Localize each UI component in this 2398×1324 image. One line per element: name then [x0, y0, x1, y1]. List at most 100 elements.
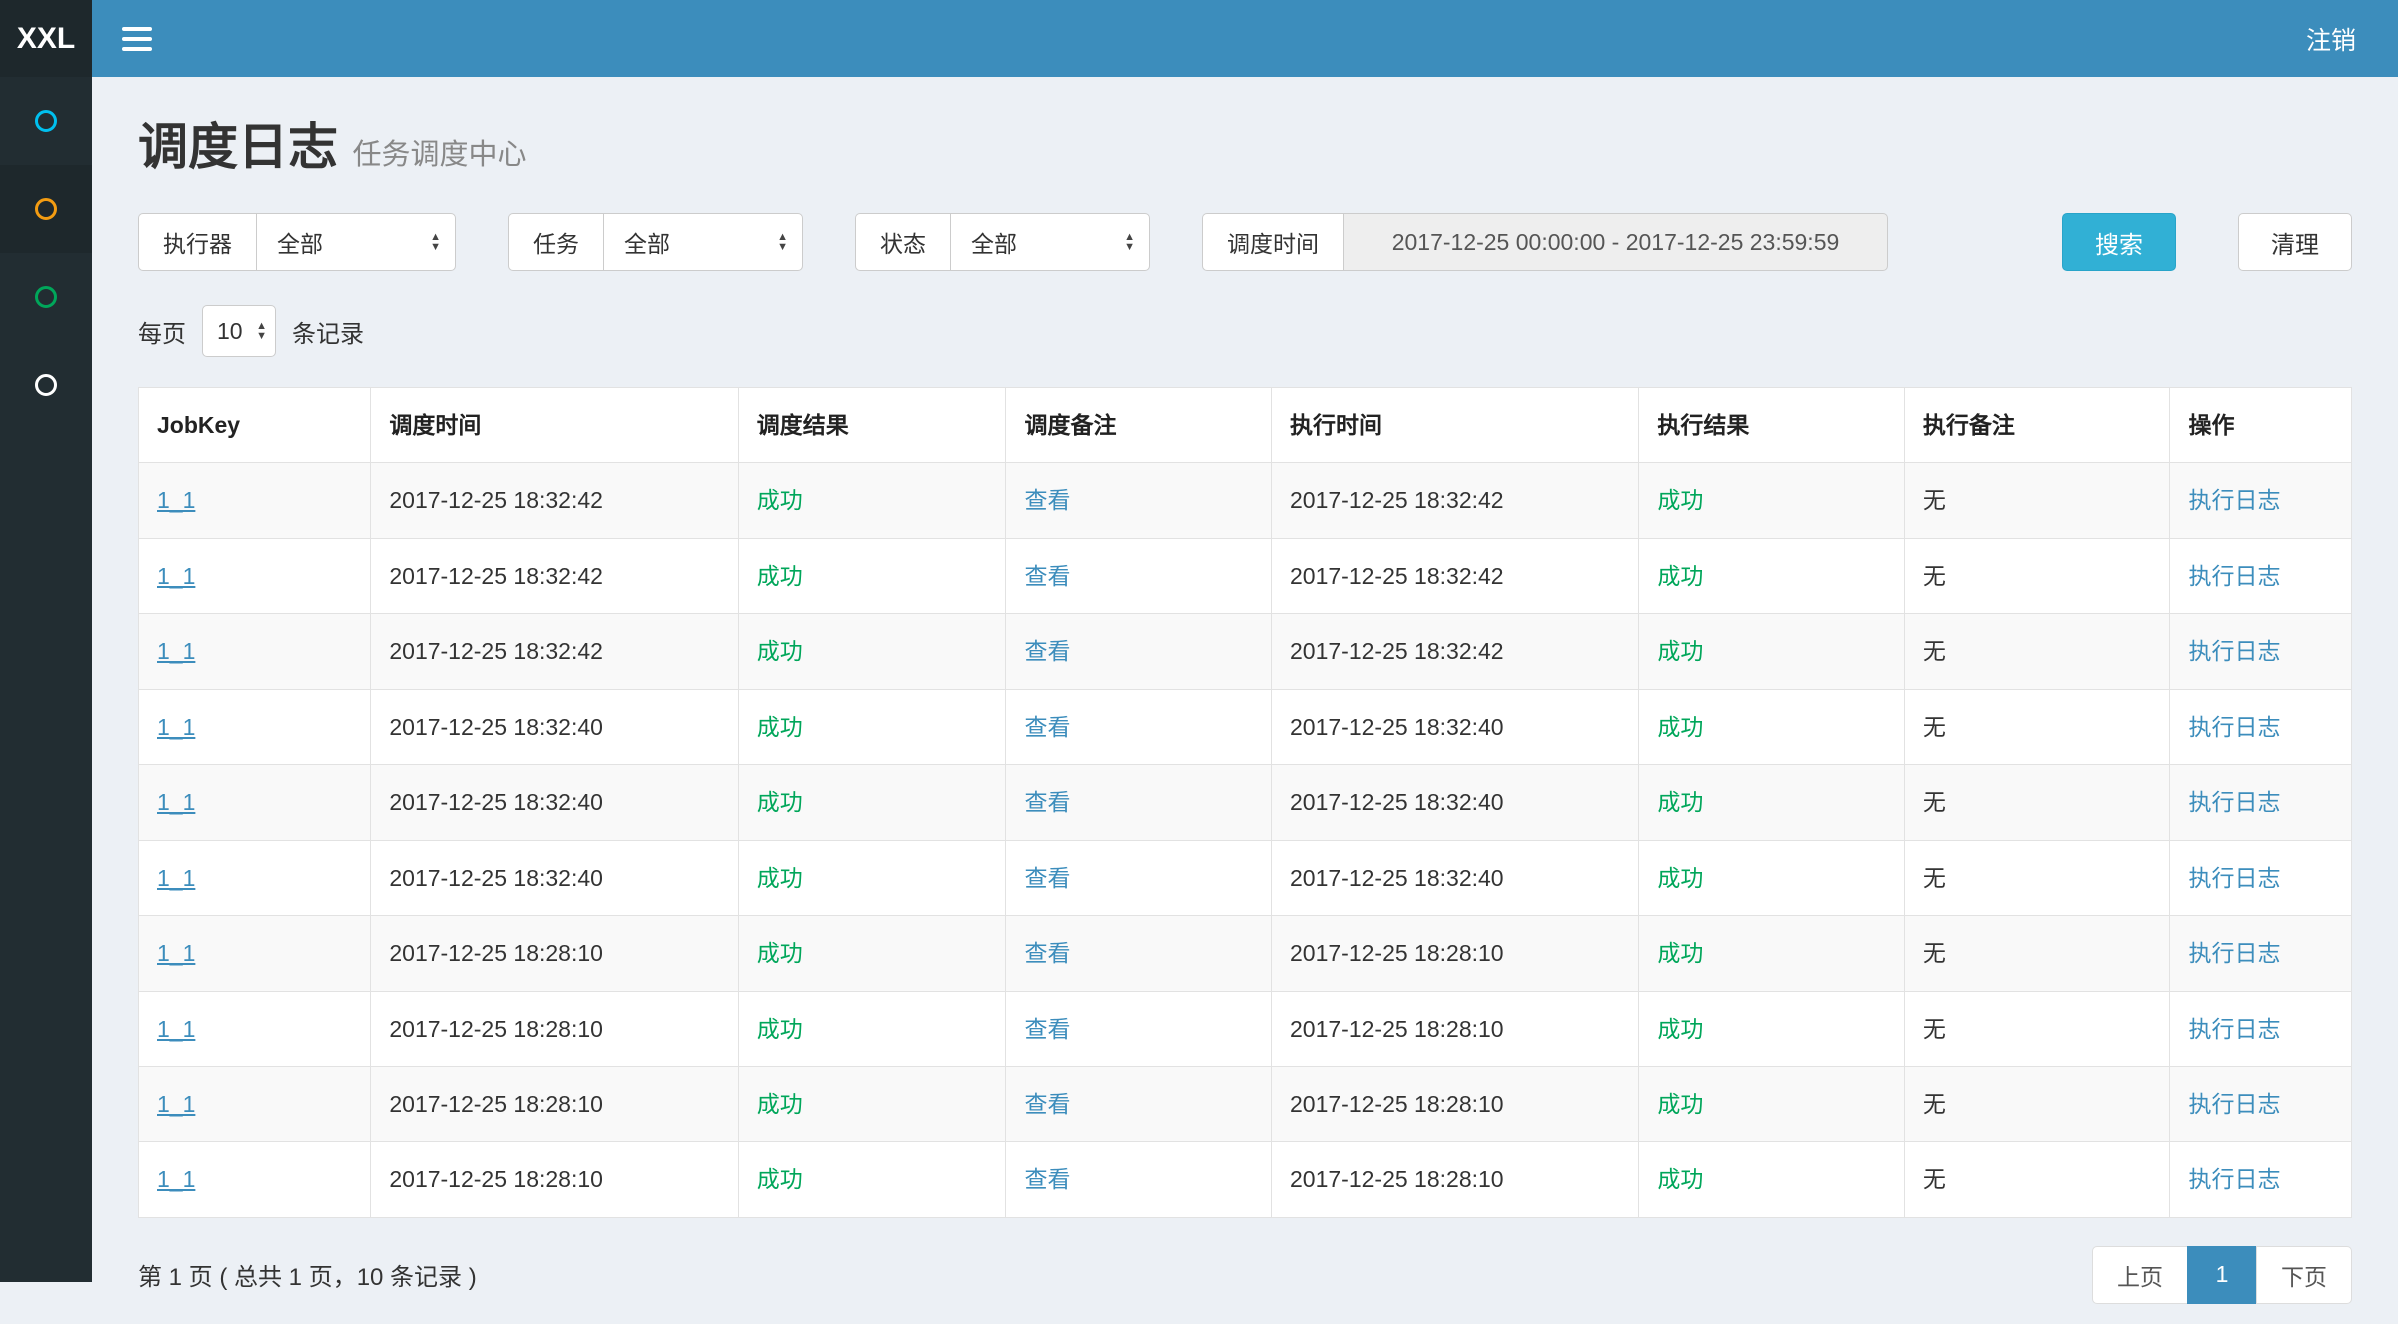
trigger-result-cell: 成功 [757, 714, 803, 740]
table-row: 1_1 2017-12-25 18:28:10 成功 查看 2017-12-25… [139, 916, 2352, 991]
trigger-result-cell: 成功 [757, 940, 803, 966]
handle-result-cell: 成功 [1657, 1166, 1703, 1192]
exec-log-link[interactable]: 执行日志 [2188, 563, 2280, 589]
trigger-time-cell: 2017-12-25 18:28:10 [389, 1166, 603, 1192]
trigger-time-cell: 2017-12-25 18:28:10 [389, 940, 603, 966]
handle-result-cell: 成功 [1657, 1016, 1703, 1042]
exec-log-link[interactable]: 执行日志 [2188, 714, 2280, 740]
trigger-result-cell: 成功 [757, 487, 803, 513]
executor-select[interactable]: 全部 ▲▼ [256, 213, 456, 271]
column-header-jobkey: JobKey [139, 388, 371, 463]
handle-result-cell: 成功 [1657, 563, 1703, 589]
select-arrows-icon: ▲▼ [430, 232, 441, 252]
handle-time-cell: 2017-12-25 18:32:42 [1290, 487, 1504, 513]
jobkey-link[interactable]: 1_1 [157, 714, 195, 740]
sidebar-item-3[interactable] [0, 253, 92, 341]
handle-time-cell: 2017-12-25 18:28:10 [1290, 1166, 1504, 1192]
trigger-msg-link[interactable]: 查看 [1024, 638, 1070, 664]
exec-log-link[interactable]: 执行日志 [2188, 789, 2280, 815]
exec-log-link[interactable]: 执行日志 [2188, 1166, 2280, 1192]
handle-msg-cell: 无 [1923, 1091, 1946, 1117]
prev-page-button[interactable]: 上页 [2092, 1246, 2188, 1304]
trigger-msg-link[interactable]: 查看 [1024, 487, 1070, 513]
main-content: 调度日志 任务调度中心 执行器 全部 ▲▼ 任务 全部 ▲▼ 状态 全部 ▲▼ [92, 77, 2398, 1324]
exec-log-link[interactable]: 执行日志 [2188, 638, 2280, 664]
table-row: 1_1 2017-12-25 18:32:40 成功 查看 2017-12-25… [139, 765, 2352, 840]
jobkey-link[interactable]: 1_1 [157, 638, 195, 664]
handle-result-cell: 成功 [1657, 638, 1703, 664]
column-header-trigger-time: 调度时间 [371, 388, 738, 463]
table-header-row: JobKey 调度时间 调度结果 调度备注 执行时间 执行结果 执行备注 操作 [139, 388, 2352, 463]
status-filter-group: 状态 全部 ▲▼ [855, 213, 1150, 271]
table-row: 1_1 2017-12-25 18:28:10 成功 查看 2017-12-25… [139, 1142, 2352, 1217]
sidebar-toggle-icon[interactable] [122, 27, 152, 51]
jobkey-link[interactable]: 1_1 [157, 789, 195, 815]
trigger-msg-link[interactable]: 查看 [1024, 1091, 1070, 1117]
sidebar-menu [0, 77, 92, 429]
trigger-msg-link[interactable]: 查看 [1024, 563, 1070, 589]
handle-msg-cell: 无 [1923, 1016, 1946, 1042]
trigger-time-cell: 2017-12-25 18:32:42 [389, 487, 603, 513]
trigger-msg-link[interactable]: 查看 [1024, 714, 1070, 740]
trigger-msg-link[interactable]: 查看 [1024, 1166, 1070, 1192]
table-row: 1_1 2017-12-25 18:32:42 成功 查看 2017-12-25… [139, 538, 2352, 613]
page-size-select[interactable]: 10 ▲▼ [202, 305, 276, 357]
circle-icon [35, 110, 57, 132]
job-label: 任务 [508, 213, 603, 271]
pagination-summary: 第 1 页 ( 总共 1 页，10 条记录 ) [138, 1257, 477, 1292]
trigger-msg-link[interactable]: 查看 [1024, 1016, 1070, 1042]
table-row: 1_1 2017-12-25 18:32:40 成功 查看 2017-12-25… [139, 840, 2352, 915]
jobkey-link[interactable]: 1_1 [157, 1166, 195, 1192]
handle-time-cell: 2017-12-25 18:32:42 [1290, 563, 1504, 589]
clear-button[interactable]: 清理 [2238, 213, 2352, 271]
handle-msg-cell: 无 [1923, 865, 1946, 891]
current-page-button[interactable]: 1 [2187, 1246, 2257, 1304]
app-logo[interactable]: XXL [0, 0, 92, 77]
exec-log-link[interactable]: 执行日志 [2188, 940, 2280, 966]
handle-result-cell: 成功 [1657, 940, 1703, 966]
exec-log-link[interactable]: 执行日志 [2188, 1016, 2280, 1042]
search-button[interactable]: 搜索 [2062, 213, 2176, 271]
time-range-input[interactable]: 2017-12-25 00:00:00 - 2017-12-25 23:59:5… [1343, 213, 1888, 271]
time-label: 调度时间 [1202, 213, 1343, 271]
trigger-msg-link[interactable]: 查看 [1024, 789, 1070, 815]
column-header-action: 操作 [2170, 388, 2352, 463]
job-select[interactable]: 全部 ▲▼ [603, 213, 803, 271]
table-row: 1_1 2017-12-25 18:28:10 成功 查看 2017-12-25… [139, 991, 2352, 1066]
exec-log-link[interactable]: 执行日志 [2188, 1091, 2280, 1117]
top-navbar: XXL 注销 [0, 0, 2398, 77]
exec-log-link[interactable]: 执行日志 [2188, 865, 2280, 891]
executor-filter-group: 执行器 全部 ▲▼ [138, 213, 456, 271]
handle-result-cell: 成功 [1657, 789, 1703, 815]
trigger-time-cell: 2017-12-25 18:32:40 [389, 865, 603, 891]
jobkey-link[interactable]: 1_1 [157, 1016, 195, 1042]
jobkey-link[interactable]: 1_1 [157, 940, 195, 966]
jobkey-link[interactable]: 1_1 [157, 1091, 195, 1117]
trigger-result-cell: 成功 [757, 1016, 803, 1042]
select-arrows-icon: ▲▼ [777, 232, 788, 252]
handle-result-cell: 成功 [1657, 714, 1703, 740]
page-header: 调度日志 任务调度中心 [138, 107, 2352, 179]
exec-log-link[interactable]: 执行日志 [2188, 487, 2280, 513]
handle-time-cell: 2017-12-25 18:32:40 [1290, 714, 1504, 740]
page-size-row: 每页 10 ▲▼ 条记录 [138, 305, 2352, 357]
select-arrows-icon: ▲▼ [1124, 232, 1135, 252]
next-page-button[interactable]: 下页 [2256, 1246, 2352, 1304]
jobkey-link[interactable]: 1_1 [157, 487, 195, 513]
handle-msg-cell: 无 [1923, 563, 1946, 589]
sidebar-item-1[interactable] [0, 77, 92, 165]
status-select[interactable]: 全部 ▲▼ [950, 213, 1150, 271]
sidebar-item-4[interactable] [0, 341, 92, 429]
circle-icon [35, 286, 57, 308]
logout-link[interactable]: 注销 [2306, 21, 2356, 57]
handle-result-cell: 成功 [1657, 1091, 1703, 1117]
jobkey-link[interactable]: 1_1 [157, 563, 195, 589]
log-table-body: 1_1 2017-12-25 18:32:42 成功 查看 2017-12-25… [139, 463, 2352, 1217]
executor-select-value: 全部 [277, 225, 323, 259]
sidebar-item-2[interactable] [0, 165, 92, 253]
trigger-msg-link[interactable]: 查看 [1024, 865, 1070, 891]
page-size-value: 10 [217, 318, 243, 345]
table-row: 1_1 2017-12-25 18:32:42 成功 查看 2017-12-25… [139, 463, 2352, 538]
jobkey-link[interactable]: 1_1 [157, 865, 195, 891]
trigger-msg-link[interactable]: 查看 [1024, 940, 1070, 966]
